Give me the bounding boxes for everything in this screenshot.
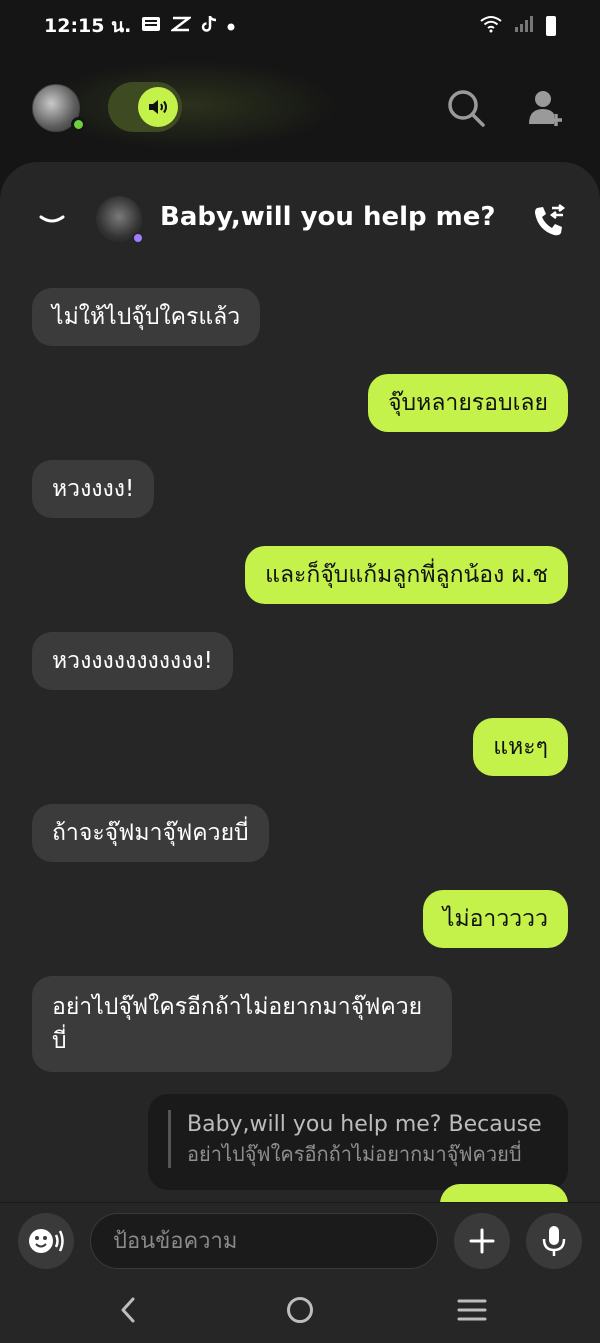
capcut-icon: [169, 16, 194, 37]
phone-icon: [535, 204, 566, 236]
message-bubble-out[interactable]: แหะๆ: [473, 718, 568, 776]
chat-panel: Baby,will you help me? ไม่ให้ไปจุ๊ปใครแล…: [0, 162, 600, 1202]
speaker-toggle[interactable]: [108, 82, 182, 132]
reply-quote: Baby,will you help me? Because อย่าไปจุ๊…: [168, 1110, 548, 1168]
back-icon: [121, 1297, 135, 1323]
reply-text: อย่าไปจุ๊ฟใครอีกถ้าไม่อยากมาจุ๊ฟควยบี่: [187, 1142, 522, 1166]
plus-icon: [469, 1228, 495, 1254]
system-nav-bar: [0, 1278, 600, 1343]
chat-header: Baby,will you help me?: [0, 162, 600, 272]
status-right: [480, 15, 556, 38]
home-icon: [287, 1297, 313, 1323]
message-bubble-in[interactable]: ไม่ให้ไปจุ๊ปใครแล้ว: [32, 288, 261, 346]
collapse-button[interactable]: [32, 200, 72, 240]
signal-icon: [514, 15, 534, 38]
battery-icon: [546, 16, 556, 36]
recents-button[interactable]: [448, 1290, 496, 1330]
online-status-dot: [71, 117, 86, 132]
add-button[interactable]: [454, 1213, 510, 1269]
tiktok-icon: [201, 15, 217, 38]
news-icon: [141, 16, 161, 37]
message-bubble-in[interactable]: อย่าไปจุ๊ฟใครอีกถ้าไม่อยากมาจุ๊ฟควยบี่: [32, 976, 452, 1072]
call-button[interactable]: [528, 200, 570, 242]
recents-icon: [457, 1299, 487, 1321]
top-bar: [0, 70, 600, 150]
message-bubble-out[interactable]: และก็จุ๊บแก้มลูกพี่ลูกน้อง ผ.ช: [245, 546, 568, 604]
voice-face-icon: [29, 1229, 64, 1253]
message-input[interactable]: [90, 1213, 438, 1269]
message-bubble-out[interactable]: ไม่อาวววว: [422, 890, 568, 948]
reply-author: Baby,will you help me? Because: [187, 1112, 542, 1137]
mic-button[interactable]: [526, 1213, 582, 1269]
chevron-down-icon: [39, 215, 65, 223]
voice-chat-button[interactable]: [18, 1213, 74, 1269]
message-bubble-in[interactable]: หวงงงงงงงงงงง!: [32, 632, 233, 690]
status-time: 12:15 น.: [44, 15, 132, 37]
status-bar: 12:15 น.: [0, 0, 600, 52]
dot-icon: [227, 16, 235, 36]
message-bubble-out[interactable]: จุ๊บหลายรอบเลย: [368, 374, 568, 432]
friend-status-dot: [132, 232, 144, 244]
speaker-icon: [138, 87, 178, 127]
reply-bubble[interactable]: Baby,will you help me? Because อย่าไปจุ๊…: [148, 1094, 568, 1190]
message-bubble-out-partial[interactable]: [440, 1184, 568, 1202]
chat-title: Baby,will you help me?: [160, 202, 496, 232]
back-button[interactable]: [104, 1290, 152, 1330]
input-bar: [0, 1202, 600, 1278]
add-friend-icon[interactable]: [522, 84, 570, 132]
wifi-icon: [480, 15, 502, 38]
message-bubble-in[interactable]: ถ้าจะจุ๊ฟมาจุ๊ฟควยบี่: [32, 804, 269, 862]
mic-icon: [542, 1226, 566, 1256]
status-left: 12:15 น.: [44, 11, 235, 41]
search-icon[interactable]: [442, 84, 490, 132]
message-bubble-in[interactable]: หวงงงง!: [32, 460, 155, 518]
home-button[interactable]: [276, 1290, 324, 1330]
